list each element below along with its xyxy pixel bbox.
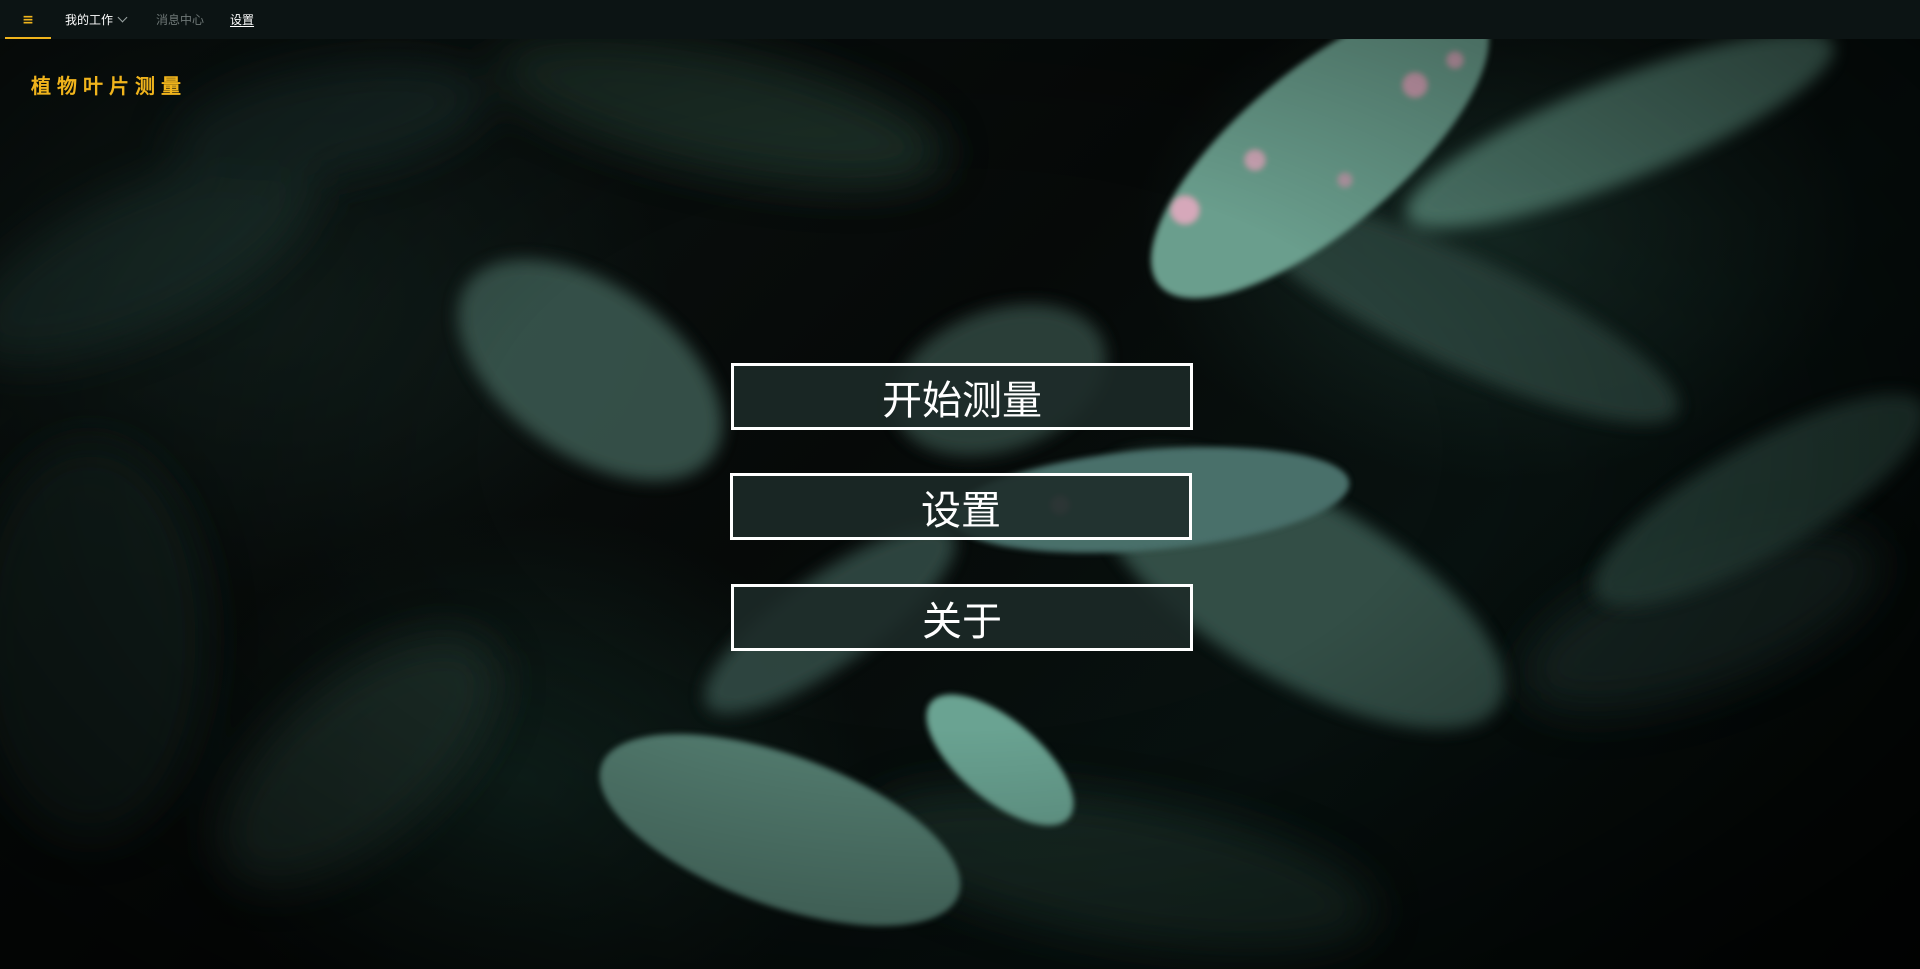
nav-item-my-work[interactable]: 我的工作 <box>65 11 128 28</box>
settings-button[interactable]: 设置 <box>730 473 1192 540</box>
about-button[interactable]: 关于 <box>731 584 1193 651</box>
start-measurement-button[interactable]: 开始测量 <box>731 363 1193 430</box>
hamburger-icon: ≡ <box>22 11 34 28</box>
settings-label: 设置 <box>921 487 1001 534</box>
app-title: 植物叶片测量 <box>31 74 187 98</box>
about-label: 关于 <box>922 598 1002 645</box>
start-measurement-label: 开始测量 <box>882 377 1042 424</box>
nav-item-message-center[interactable]: 消息中心 <box>156 11 204 28</box>
nav-item-settings[interactable]: 设置 <box>230 11 254 28</box>
top-navigation-bar: ≡ 我的工作 消息中心 设置 <box>0 0 1920 39</box>
nav-item-label: 我的工作 <box>65 13 114 27</box>
menu-toggle-icon[interactable]: ≡ <box>5 0 51 39</box>
nav-item-label: 消息中心 <box>156 13 205 27</box>
chevron-down-icon <box>117 12 128 23</box>
nav-item-label: 设置 <box>230 13 255 27</box>
app-window: ≡ 我的工作 消息中心 设置 植物叶片测量 开始测量 设置 关于 <box>0 0 1920 969</box>
